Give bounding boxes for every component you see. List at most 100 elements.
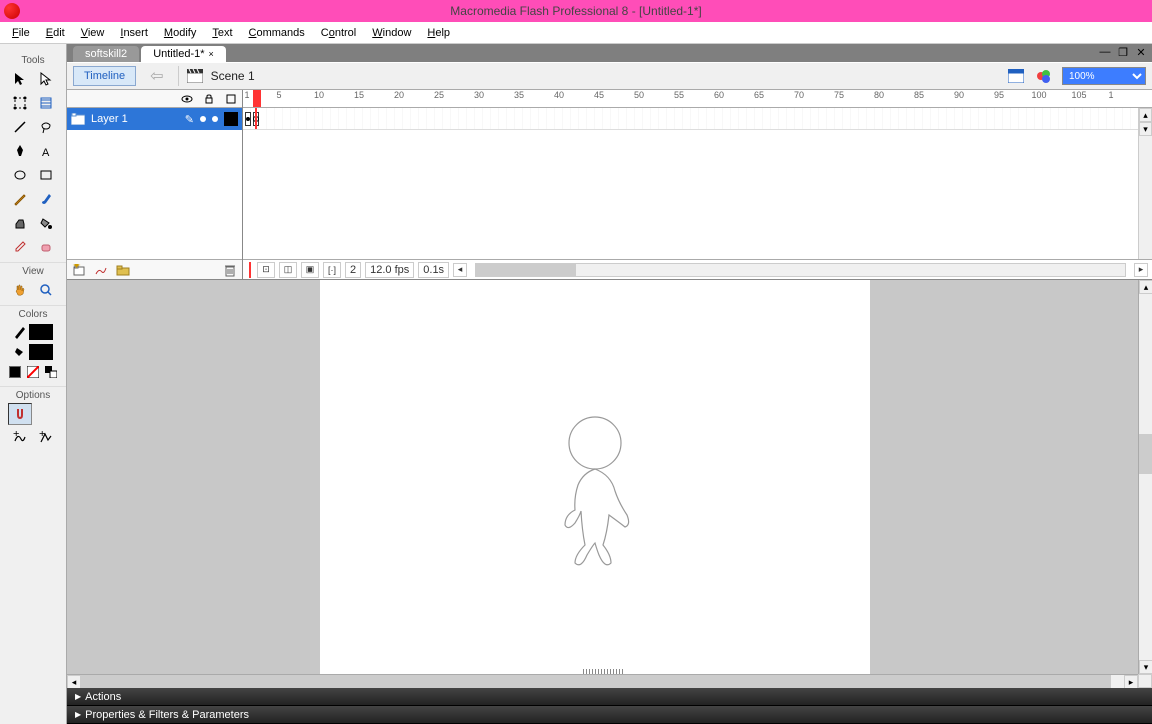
stage-vscroll[interactable]: ▴ ▾ [1138, 280, 1152, 674]
bottom-panels: ▶Actions ▶Properties & Filters & Paramet… [67, 688, 1152, 724]
fill-color-row [13, 344, 53, 360]
menu-file[interactable]: File [4, 25, 38, 41]
ink-bottle-tool[interactable] [8, 212, 32, 234]
smooth-option[interactable]: + [8, 427, 32, 449]
paint-bucket-tool[interactable] [34, 212, 58, 234]
scene-back-button[interactable]: ⇦ [144, 66, 169, 86]
pencil-tool[interactable] [8, 188, 32, 210]
stage-hscroll-left[interactable]: ◂ [67, 675, 81, 689]
close-tab-icon[interactable]: × [209, 49, 214, 59]
onion-skin-outlines-button[interactable]: ▣ [301, 262, 319, 278]
menu-modify[interactable]: Modify [156, 25, 204, 41]
layer-row[interactable]: Layer 1 ✎ [67, 108, 242, 130]
stage-resize-grip[interactable] [583, 669, 623, 674]
eraser-tool[interactable] [34, 236, 58, 258]
frames-vscroll[interactable]: ▴ ▾ [1138, 108, 1152, 259]
stage-vscroll-thumb[interactable] [1139, 434, 1152, 474]
frames-scroll-right[interactable]: ▸ [1134, 263, 1148, 277]
edit-scene-button[interactable] [1006, 66, 1026, 86]
center-frame-button[interactable]: ⊡ [257, 262, 275, 278]
zoom-select[interactable]: 100% [1062, 67, 1146, 85]
no-color-button[interactable] [25, 364, 41, 380]
doc-tab-label: softskill2 [85, 48, 127, 60]
stage-canvas[interactable] [320, 280, 870, 674]
stage-hscroll-thumb[interactable] [81, 675, 1111, 688]
layer-outline-color[interactable] [224, 112, 238, 126]
onion-skin-button[interactable]: ◫ [279, 262, 297, 278]
stage-vscroll-up[interactable]: ▴ [1139, 280, 1152, 294]
brush-tool[interactable] [34, 188, 58, 210]
doc-close-button[interactable]: ✕ [1134, 45, 1148, 59]
frames-vscroll-up[interactable]: ▴ [1139, 108, 1152, 122]
menu-commands[interactable]: Commands [241, 25, 313, 41]
properties-panel-header[interactable]: ▶Properties & Filters & Parameters [67, 706, 1152, 724]
view-label: View [0, 262, 66, 277]
gradient-transform-tool[interactable] [34, 92, 58, 114]
layers-empty-area [67, 130, 242, 259]
doc-tab-untitled[interactable]: Untitled-1*× [141, 46, 226, 62]
scene-name: Scene 1 [211, 69, 255, 83]
add-folder-button[interactable] [115, 262, 131, 278]
keyframe-1[interactable] [245, 112, 251, 126]
doc-restore-button[interactable]: ❐ [1116, 45, 1130, 59]
stage-workspace[interactable] [67, 280, 1138, 674]
stage-hscroll[interactable]: ◂ ▸ [67, 674, 1138, 688]
keyframe-2[interactable] [253, 112, 259, 126]
layers-header [67, 90, 242, 108]
free-transform-tool[interactable] [8, 92, 32, 114]
tools-panel: Tools A View Colors [0, 44, 67, 724]
layers-panel: Layer 1 ✎ ✦ [67, 90, 243, 279]
delete-layer-button[interactable] [222, 262, 238, 278]
menu-edit[interactable]: Edit [38, 25, 73, 41]
pen-tool[interactable] [8, 140, 32, 162]
default-colors-button[interactable] [7, 364, 23, 380]
menu-text[interactable]: Text [204, 25, 240, 41]
colors-label: Colors [0, 305, 66, 320]
playhead[interactable] [253, 90, 261, 108]
frames-hscroll[interactable] [475, 263, 1126, 277]
lasso-tool[interactable] [34, 116, 58, 138]
text-tool[interactable]: A [34, 140, 58, 162]
line-tool[interactable] [8, 116, 32, 138]
eyedropper-tool[interactable] [8, 236, 32, 258]
timeline-toggle-button[interactable]: Timeline [73, 66, 136, 86]
hand-tool[interactable] [8, 279, 32, 301]
straighten-option[interactable]: + [34, 427, 58, 449]
edit-symbols-button[interactable] [1034, 66, 1054, 86]
doc-minimize-button[interactable]: — [1098, 45, 1112, 59]
menu-control[interactable]: Control [313, 25, 364, 41]
actions-panel-header[interactable]: ▶Actions [67, 688, 1152, 706]
frames-empty-area [243, 130, 1152, 259]
rectangle-tool[interactable] [34, 164, 58, 186]
visibility-column-icon[interactable] [180, 92, 194, 106]
menu-help[interactable]: Help [419, 25, 458, 41]
add-layer-button[interactable]: ✦ [71, 262, 87, 278]
drawn-figure[interactable] [545, 415, 645, 585]
subselection-tool[interactable] [34, 68, 58, 90]
timeline-panel: Layer 1 ✎ ✦ 1 [67, 90, 1152, 280]
stroke-color-swatch[interactable] [29, 324, 53, 340]
timeline-ruler[interactable]: 1 5 10 15 20 25 30 35 40 45 50 55 60 65 … [243, 90, 1152, 108]
zoom-tool[interactable] [34, 279, 58, 301]
swap-colors-button[interactable] [43, 364, 59, 380]
stage-vscroll-down[interactable]: ▾ [1139, 660, 1152, 674]
frames-row[interactable] [243, 108, 1152, 130]
menu-insert[interactable]: Insert [112, 25, 156, 41]
snap-option[interactable] [8, 403, 32, 425]
oval-tool[interactable] [8, 164, 32, 186]
stage-hscroll-right[interactable]: ▸ [1124, 675, 1138, 689]
edit-multiple-frames-button[interactable]: [·] [323, 262, 341, 278]
frames-scroll-left[interactable]: ◂ [453, 263, 467, 277]
menu-window[interactable]: Window [364, 25, 419, 41]
layer-lock-dot[interactable] [212, 116, 218, 122]
add-motion-guide-button[interactable] [93, 262, 109, 278]
fill-color-swatch[interactable] [29, 344, 53, 360]
outline-column-icon[interactable] [224, 92, 238, 106]
layer-visible-dot[interactable] [200, 116, 206, 122]
menu-view[interactable]: View [73, 25, 113, 41]
selection-tool[interactable] [8, 68, 32, 90]
doc-tab-softskill2[interactable]: softskill2 [73, 46, 139, 62]
lock-column-icon[interactable] [202, 92, 216, 106]
svg-text:A: A [42, 147, 50, 158]
frames-vscroll-down[interactable]: ▾ [1139, 122, 1152, 136]
